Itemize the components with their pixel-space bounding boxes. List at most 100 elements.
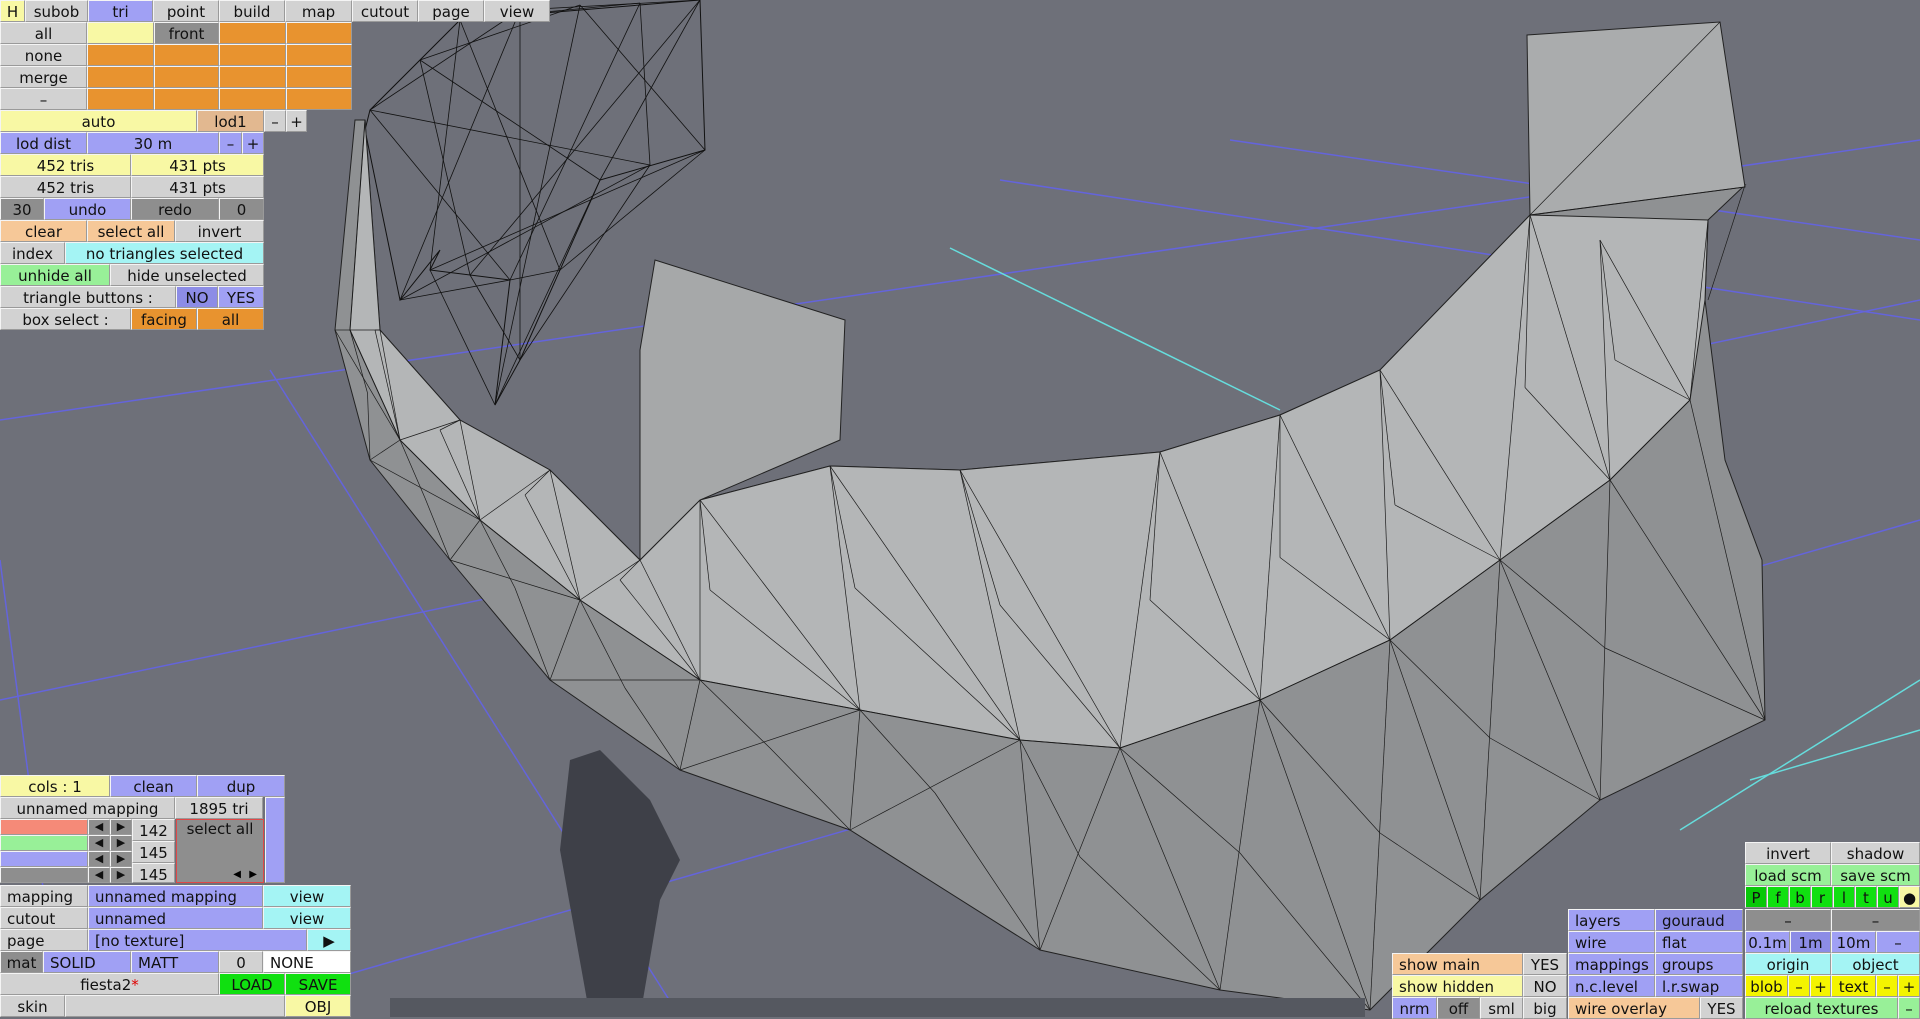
tab-map[interactable]: map — [285, 0, 352, 22]
view-button[interactable]: t — [1855, 886, 1877, 908]
save-button[interactable]: SAVE — [285, 973, 351, 995]
tab-subob[interactable]: subob — [25, 0, 88, 22]
green-slider[interactable] — [0, 835, 88, 851]
group-slot[interactable] — [286, 44, 352, 66]
next-icon[interactable]: ▶ — [249, 869, 257, 880]
mapping-view-button[interactable]: view — [263, 885, 351, 907]
normals-sml[interactable]: sml — [1480, 997, 1523, 1019]
group-slot[interactable] — [154, 66, 219, 88]
grid-0-1m[interactable]: 0.1m — [1745, 931, 1790, 953]
lod-auto-button[interactable]: auto — [0, 110, 197, 132]
group-slot[interactable] — [154, 44, 219, 66]
decrease-arrow[interactable]: ◀ — [88, 867, 110, 883]
color-select-all[interactable]: select all — [177, 820, 263, 838]
dup-button[interactable]: dup — [197, 775, 285, 797]
undo-button[interactable]: undo — [44, 198, 131, 220]
group-slot[interactable] — [219, 66, 286, 88]
tab-cutout[interactable]: cutout — [352, 0, 418, 22]
clear-selection-button[interactable]: clear — [0, 220, 87, 242]
cutout-view-button[interactable]: view — [263, 907, 351, 929]
horizontal-scrollbar[interactable] — [390, 998, 1365, 1017]
gouraud-button[interactable]: gouraud — [1655, 909, 1743, 931]
obj-button[interactable]: OBJ — [285, 995, 351, 1017]
group-slot[interactable] — [87, 88, 154, 110]
box-select-facing[interactable]: facing — [131, 308, 197, 330]
increase-arrow[interactable]: ▶ — [110, 851, 132, 867]
group-slot[interactable] — [286, 22, 352, 44]
lod-plus-button[interactable]: + — [286, 110, 307, 132]
text-minus[interactable]: – — [1876, 975, 1898, 997]
normals-off[interactable]: off — [1437, 997, 1480, 1019]
invert-selection-button[interactable]: invert — [175, 220, 264, 242]
lod-dist-minus[interactable]: – — [219, 132, 242, 154]
blob-plus[interactable]: + — [1810, 975, 1831, 997]
increase-arrow[interactable]: ▶ — [110, 835, 132, 851]
3d-viewport[interactable] — [0, 0, 1920, 1017]
increase-arrow[interactable]: ▶ — [110, 867, 132, 883]
mapping-name[interactable]: unnamed mapping — [0, 797, 175, 819]
group-slot[interactable] — [154, 88, 219, 110]
select-all-tris-button[interactable]: select all — [87, 220, 175, 242]
front-button[interactable]: front — [154, 22, 219, 44]
red-slider[interactable] — [0, 819, 88, 835]
mapping-select[interactable]: unnamed mapping — [88, 885, 263, 907]
tab-tri[interactable]: tri — [88, 0, 153, 22]
mat-none[interactable]: NONE — [263, 951, 351, 973]
groups-button[interactable]: groups — [1655, 953, 1743, 975]
clean-button[interactable]: clean — [110, 775, 197, 797]
lod1-button[interactable]: lod1 — [197, 110, 264, 132]
load-button[interactable]: LOAD — [219, 973, 285, 995]
reload-minus[interactable]: – — [1898, 997, 1920, 1019]
view-button[interactable]: r — [1811, 886, 1833, 908]
group-slot[interactable] — [219, 22, 286, 44]
normals-big[interactable]: big — [1523, 997, 1567, 1019]
group-slot[interactable] — [286, 88, 352, 110]
group-slot[interactable] — [87, 44, 154, 66]
mapping-scrollbar[interactable] — [265, 797, 285, 883]
alpha-slider[interactable] — [0, 867, 88, 883]
page-select[interactable]: [no texture] — [88, 929, 307, 951]
layers-button[interactable]: layers — [1568, 909, 1655, 931]
page-play-button[interactable]: ▶ — [307, 929, 351, 951]
prev-icon[interactable]: ◀ — [233, 869, 241, 880]
lod-dist-plus[interactable]: + — [242, 132, 264, 154]
show-hidden-toggle[interactable]: NO — [1523, 975, 1567, 997]
view-button[interactable]: l — [1833, 886, 1855, 908]
wire-button[interactable]: wire — [1568, 931, 1655, 953]
view-button[interactable]: b — [1789, 886, 1811, 908]
dash-left[interactable]: – — [1745, 909, 1831, 931]
mat-solid[interactable]: SOLID — [43, 951, 131, 973]
nc-level-button[interactable]: n.c.level — [1568, 975, 1655, 997]
object-button[interactable]: object — [1831, 953, 1920, 975]
reload-textures-button[interactable]: reload textures — [1745, 997, 1898, 1019]
decrease-arrow[interactable]: ◀ — [88, 851, 110, 867]
shadow-button[interactable]: shadow — [1831, 842, 1920, 864]
skin-button[interactable]: skin — [0, 995, 65, 1017]
save-scm-button[interactable]: save scm — [1831, 864, 1920, 886]
tab-view[interactable]: view — [484, 0, 550, 22]
view-button[interactable]: f — [1767, 886, 1789, 908]
select-all-button[interactable]: all — [0, 22, 87, 44]
merge-button[interactable]: merge — [0, 66, 87, 88]
dash-right[interactable]: – — [1831, 909, 1920, 931]
tab-build[interactable]: build — [219, 0, 285, 22]
triangle-buttons-no[interactable]: NO — [176, 286, 218, 308]
grid-off[interactable]: – — [1876, 931, 1920, 953]
group-slot[interactable] — [219, 88, 286, 110]
text-plus[interactable]: + — [1898, 975, 1920, 997]
view-button[interactable]: u — [1877, 886, 1899, 908]
blob-minus[interactable]: – — [1788, 975, 1810, 997]
invert-button[interactable]: invert — [1745, 842, 1831, 864]
group-slot[interactable] — [87, 66, 154, 88]
decrease-arrow[interactable]: ◀ — [88, 819, 110, 835]
grid-10m[interactable]: 10m — [1831, 931, 1876, 953]
blue-slider[interactable] — [0, 851, 88, 867]
mat-number[interactable]: 0 — [219, 951, 263, 973]
color-preview[interactable]: select all ◀ ▶ — [176, 819, 264, 883]
lr-swap-button[interactable]: l.r.swap — [1655, 975, 1743, 997]
normals-nrm[interactable]: nrm — [1392, 997, 1437, 1019]
group-slot[interactable] — [87, 22, 154, 44]
tab-h[interactable]: H — [0, 0, 25, 22]
group-slot[interactable] — [286, 66, 352, 88]
skin-field[interactable] — [65, 995, 285, 1017]
